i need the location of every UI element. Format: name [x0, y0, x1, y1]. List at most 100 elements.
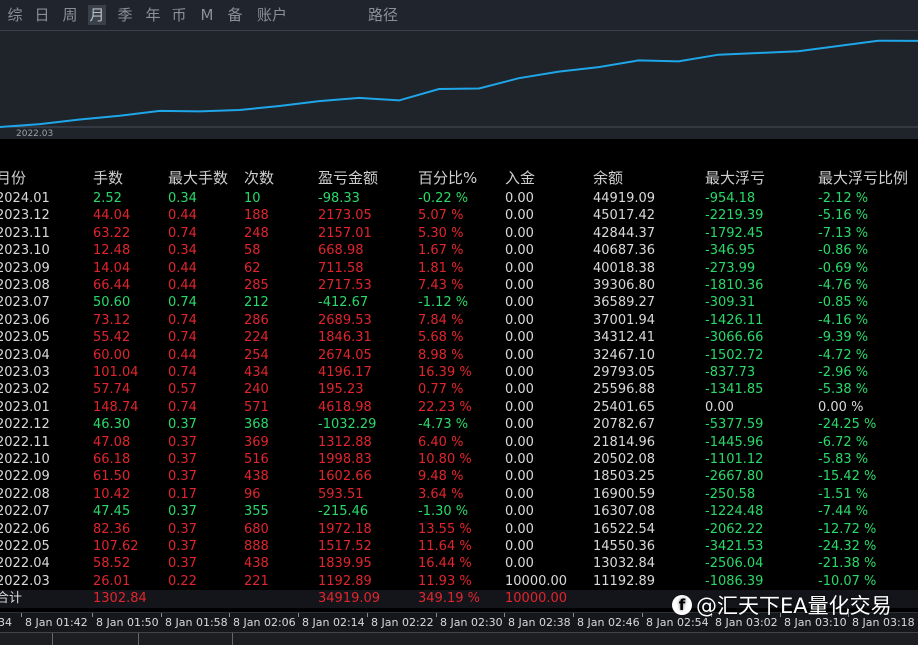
table-cell: 0.00: [505, 278, 534, 293]
table-cell: 0.00: [505, 347, 534, 363]
tab-7[interactable]: M: [199, 5, 215, 25]
table-cell: -24.25 %: [818, 417, 877, 433]
table-cell: 2022.07: [0, 504, 50, 520]
table-cell: 3.64 %: [418, 486, 464, 502]
column-header[interactable]: 入金: [505, 169, 535, 187]
time-tick-mark: [21, 613, 22, 617]
tab-8[interactable]: 备: [226, 5, 244, 25]
table-cell: -2506.04: [705, 556, 764, 572]
tab-6[interactable]: 币: [170, 5, 188, 25]
table-cell: -0.85 %: [818, 295, 869, 311]
table-cell: -1224.48: [705, 504, 764, 520]
table-cell: 0.74: [168, 295, 197, 311]
table-cell: 5.68 %: [418, 330, 464, 346]
table-cell: 2022.09: [0, 469, 50, 485]
table-cell: 0.00: [505, 191, 534, 206]
table-cell: 1.81 %: [418, 260, 464, 276]
table-cell: -5377.59: [705, 417, 764, 433]
table-cell: 2024.01: [0, 191, 50, 206]
table-cell: -1792.45: [705, 225, 764, 241]
column-header[interactable]: 盈亏金额: [318, 169, 378, 187]
column-header[interactable]: 最大手数: [168, 169, 228, 187]
bottom-tab-2[interactable]: [54, 633, 139, 645]
table-cell: -4.73 %: [418, 417, 469, 433]
tab-3[interactable]: 月: [88, 5, 106, 25]
bottom-tab-3[interactable]: [140, 633, 233, 645]
table-cell: 0.00: [505, 486, 534, 502]
table-cell: 14550.36: [593, 539, 656, 554]
equity-x-tick-label: 2022.03: [16, 129, 53, 139]
table-row: 2023.02 57.74 0.57 240 195.23 0.77 % 0.00 25596…: [0, 381, 918, 398]
tab-9[interactable]: 账户: [255, 5, 289, 25]
table-cell: 285: [244, 278, 269, 293]
table-cell: 2022.05: [0, 539, 50, 554]
column-header[interactable]: 最大浮亏比例: [818, 169, 908, 187]
table-row: 2022.05 107.62 0.37 888 1517.52 11.64 % 0.00 14…: [0, 538, 918, 555]
tab-5[interactable]: 年: [144, 5, 162, 25]
tab-1[interactable]: 日: [33, 5, 51, 25]
table-cell: 2022.08: [0, 486, 50, 502]
column-header[interactable]: 次数: [244, 169, 274, 187]
table-cell: 516: [244, 452, 269, 467]
table-cell: -346.95: [705, 243, 756, 259]
column-header[interactable]: 手数: [93, 169, 123, 187]
table-cell: 4196.17: [318, 365, 372, 380]
table-cell: 286: [244, 312, 269, 328]
table-row: 2023.07 50.60 0.74 212 -412.67 -1.12 % 0.00 365…: [0, 294, 918, 311]
watermark: f @汇天下EA量化交易: [672, 590, 892, 620]
table-cell: 0.37: [168, 417, 197, 433]
table-cell: -24.32 %: [818, 539, 877, 554]
table-cell: -309.31: [705, 295, 756, 311]
table-cell: 2023.12: [0, 208, 50, 224]
table-cell: 2157.01: [318, 225, 372, 241]
table-cell: 1517.52: [318, 539, 372, 554]
table-cell: 0.00: [505, 260, 534, 276]
tab-0[interactable]: 综: [6, 5, 24, 25]
time-tick-mark: [504, 613, 505, 617]
column-header[interactable]: 百分比%: [418, 169, 477, 187]
table-cell: 73.12: [93, 312, 131, 328]
table-cell: 16.44 %: [418, 556, 472, 572]
equity-curve-svg: 2022.03: [0, 39, 918, 139]
table-cell: 66.18: [93, 452, 131, 467]
equity-curve-chart: 2022.03: [0, 31, 918, 139]
total-cell: 合计: [0, 591, 23, 607]
table-cell: 0.00: [505, 208, 534, 224]
table-cell: -6.72 %: [818, 434, 869, 450]
table-cell: 221: [244, 573, 269, 589]
table-cell: 58.52: [93, 556, 131, 572]
table-cell: 0.34: [168, 243, 197, 259]
table-cell: 0.00: [505, 521, 534, 537]
column-header[interactable]: 月份: [0, 169, 26, 187]
table-cell: 1846.31: [318, 330, 372, 346]
table-cell: 0.44: [168, 208, 197, 224]
time-tick-label-first: 34: [0, 616, 12, 629]
table-cell: 0.37: [168, 469, 197, 485]
table-cell: 0.74: [168, 225, 197, 241]
table-cell: 1312.88: [318, 434, 372, 450]
table-cell: 1192.89: [318, 573, 372, 589]
table-cell: 355: [244, 504, 269, 520]
tab-4[interactable]: 季: [116, 5, 134, 25]
table-cell: 0.00: [505, 330, 534, 346]
table-cell: 571: [244, 399, 269, 415]
table-cell: 0.00: [505, 382, 534, 398]
tab-2[interactable]: 周: [61, 5, 79, 25]
table-cell: 368: [244, 417, 269, 433]
table-cell: -15.42 %: [818, 469, 877, 485]
table-cell: 2023.08: [0, 278, 50, 293]
table-cell: 148.74: [93, 399, 139, 415]
table-cell: 369: [244, 434, 269, 450]
table-cell: -1.12 %: [418, 295, 469, 311]
table-cell: -0.69 %: [818, 260, 869, 276]
table-cell: 711.58: [318, 260, 364, 276]
table-cell: 888: [244, 539, 269, 554]
table-cell: 2173.05: [318, 208, 372, 224]
table-cell: 36589.27: [593, 295, 656, 311]
tab-10[interactable]: 路径: [366, 5, 400, 25]
table-cell: -1.30 %: [418, 504, 469, 520]
bottom-tab-1[interactable]: [0, 633, 53, 645]
table-cell: 7.84 %: [418, 312, 464, 328]
column-header[interactable]: 最大浮亏: [705, 169, 765, 187]
column-header[interactable]: 余额: [593, 169, 623, 187]
